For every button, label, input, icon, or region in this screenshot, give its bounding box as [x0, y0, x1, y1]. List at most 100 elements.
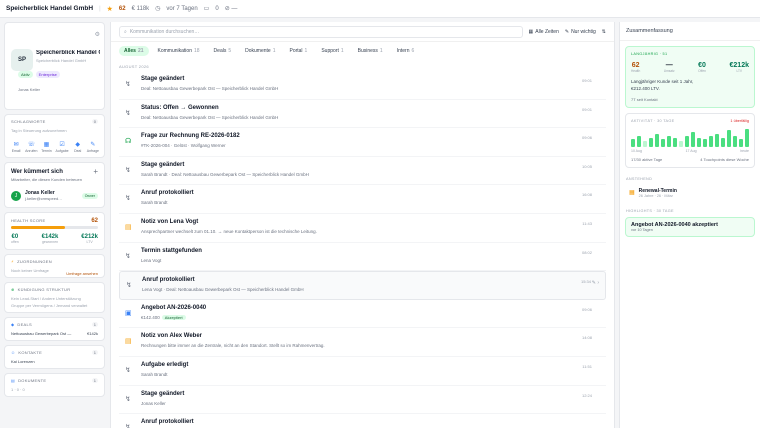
summary-card: Langjährig · 51 62 Health — Umsatz €0 Offen…: [625, 46, 755, 108]
summary-stats: 62 Health — Umsatz €0 Offen €212k LTV: [631, 62, 749, 73]
sort-button[interactable]: ⇅: [602, 29, 606, 35]
feed-item[interactable]: ▤ Notiz von Alex Weber Rechnungen bitte im…: [119, 328, 606, 357]
activity-bar: [703, 139, 707, 147]
feed-item[interactable]: ▣ Angebot AN-2026-0040 €142.400 Akzeptiert 0…: [119, 300, 606, 329]
status-badge: Aktiv: [18, 71, 33, 78]
gear-icon[interactable]: ⚙: [95, 31, 100, 38]
filter-tabs: Alles 21 Kommunikation 18 Deals 5 Dokumente 1 Po…: [111, 44, 614, 58]
feed-item[interactable]: ↯ Stage geändert Sarah Brandt · Deal: Nett…: [119, 157, 606, 186]
plus-icon[interactable]: +: [93, 167, 98, 176]
action-deal[interactable]: ◆ Deal: [72, 141, 84, 153]
feed-item-time: 09:06: [581, 306, 592, 312]
survey-link[interactable]: Umfrage ansehen: [66, 271, 98, 276]
people-icon: ☺: [11, 350, 16, 355]
kpi-row: €0 offen €142k gewonnen €212k LTV: [11, 234, 98, 244]
relations-line-1: Kein Lead-Start / Andere Unterstützung: [11, 296, 81, 301]
company-avatar: SP: [11, 49, 33, 71]
activity-icon: ↯: [125, 252, 131, 260]
feed-item[interactable]: ↯ Status: Offen → Gewonnen Deal: Nettoausb…: [119, 100, 606, 129]
feed-item-time: 10:05: [581, 163, 592, 169]
relations-card: ⊕ Kündigung Struktur Kein Lead-Start / An…: [4, 282, 105, 313]
kpi-won: €142k gewonnen: [41, 234, 59, 244]
feed-item[interactable]: ↯ Anruf protokolliert: [119, 414, 606, 428]
tags-placeholder[interactable]: Tag in Steuerung aufzunehmen: [11, 128, 98, 133]
action-task[interactable]: ☑ Aufgabe: [56, 141, 69, 153]
activity-bar: [733, 135, 737, 147]
activity-bar: [673, 137, 677, 147]
feed-item[interactable]: ↯ Stage geändert Deal: Nettoausbau Gewerbe…: [119, 71, 606, 100]
deals-count: 1: [91, 322, 98, 327]
left-sidebar: ⚙ SP Speicherblick Handel G… Speicherbli…: [4, 22, 105, 428]
tags-count: 0: [91, 119, 98, 124]
health-heading: Health Score: [11, 218, 46, 223]
important-filter-button[interactable]: ✎ Nur wichtig: [565, 29, 596, 35]
overdue-flag: 1 überfällig: [730, 118, 749, 123]
time-filter-button[interactable]: ▦ Alle Zeiten: [529, 29, 559, 35]
tab-support[interactable]: Support 1: [316, 46, 348, 56]
feed-item-title: Anruf protokolliert: [141, 419, 194, 426]
avatar: J: [11, 190, 21, 201]
assignments-card: ⚡ Zuordnungen Noch keiner Umfrage Umfrage…: [4, 254, 105, 278]
feed-item-title: Termin stattgefunden: [141, 247, 202, 254]
activity-icon: ↯: [126, 282, 132, 290]
feed-item[interactable]: ↯ Stage geändert Jonas Keller 12:24: [119, 386, 606, 415]
tab-deals[interactable]: Deals 5: [209, 46, 237, 56]
stat-ltv: €212k LTV: [729, 62, 749, 73]
highlight-item[interactable]: Angebot AN-2026-0040 akzeptiert vor 10 Ta…: [625, 216, 755, 237]
tab-dokumente[interactable]: Dokumente 1: [240, 46, 280, 56]
summary-text-3: 7T seit Kontakt: [631, 96, 658, 102]
contact-row[interactable]: Kai Lorenzen: [11, 359, 98, 364]
calendar-icon: ▦: [528, 28, 534, 35]
health-score-value: 62: [118, 5, 126, 12]
action-call[interactable]: ☏ Anrufen: [25, 141, 37, 153]
activity-footer: 17/30 aktive Tage 4 Touchpoints diese Woc…: [631, 156, 749, 162]
request-icon: ✎: [90, 142, 96, 148]
feed-item-time: 14:08: [581, 335, 592, 341]
feed-item[interactable]: ↯ Aufgabe erledigt Sarah Brandt 11:51: [119, 357, 606, 386]
action-request[interactable]: ✎ Anfrage: [87, 141, 99, 153]
activity-bar: [721, 137, 725, 147]
action-meeting[interactable]: ▦ Termin: [40, 141, 52, 153]
deal-row[interactable]: Nettoausbau Gewerbepark Ost — €142k: [11, 331, 98, 336]
more-indicator[interactable]: ⊘ —: [225, 5, 238, 12]
tab-kommunikation[interactable]: Kommunikation 18: [153, 46, 205, 56]
feed-item-subtitle: Rechnungen bitte immer an die Zentrale, …: [141, 343, 325, 349]
feed-item-time: 09:06: [581, 135, 592, 141]
feed-item[interactable]: ▤ Notiz von Lena Vogt Ansprechpartner wech…: [119, 214, 606, 243]
tab-portal[interactable]: Portal 1: [284, 46, 312, 56]
relations-line-2: Gruppe per Vermögens / Jemand verwaltet: [11, 303, 88, 308]
feed-item[interactable]: ↯ Anruf protokolliert Lena Vogt · Deal: Ne…: [119, 271, 606, 300]
feed-item-subtitle: Deal: Nettoausbau Gewerbepark Ost — Spei…: [141, 114, 279, 120]
activity-icon: ↯: [125, 195, 131, 203]
tab-alles[interactable]: Alles 21: [119, 46, 149, 56]
feed-item-title: Anruf protokolliert: [141, 190, 194, 197]
pin-icon: ✎: [564, 28, 570, 35]
pin-icon[interactable]: ✎ ›: [592, 280, 599, 286]
document-icon: ▤: [11, 378, 16, 383]
tags-card: Schlagworte 0 Tag in Steuerung aufzunehm…: [4, 114, 105, 158]
feed-item[interactable]: ↯ Anruf protokolliert Sarah Brandt 16:08: [119, 185, 606, 214]
search-input[interactable]: ⌕ Kommunikation durchsuchen…: [119, 25, 523, 38]
segment-badge: Enterprise: [35, 71, 60, 78]
feed-item[interactable]: ☊ Frage zur Rechnung RE-2026-0182 #TK-2026…: [119, 128, 606, 157]
activity-bar: [685, 135, 689, 147]
feed-item-subtitle: Ansprechpartner wechselt zum 01.10. → ne…: [141, 228, 317, 234]
tab-business[interactable]: Business 1: [353, 46, 388, 56]
activity-axis: 10 Aug 17 Aug heute: [631, 148, 749, 153]
headset-icon: ☊: [125, 138, 132, 146]
summary-text-2: €212.400 LTV.: [631, 85, 660, 91]
tab-intern[interactable]: Intern 6: [392, 46, 420, 56]
owner-badge: Owner: [81, 192, 98, 199]
health-value: 62: [91, 218, 98, 224]
documents-row[interactable]: 1 · 0 · 0: [11, 387, 98, 392]
activity-bar: [661, 139, 665, 147]
feed-item-time: 15:34: [580, 279, 591, 285]
feed-item-subtitle: Jonas Keller: [141, 400, 166, 406]
tags-heading: Schlagworte: [11, 119, 46, 124]
team-member[interactable]: J Jonas Keller j.keller@crmspeed… Owner: [11, 190, 98, 201]
action-email[interactable]: ✉ Email: [10, 141, 22, 153]
feed-item[interactable]: ↯ Termin stattgefunden Lena Vogt 08:02: [119, 243, 606, 272]
upcoming-item[interactable]: ▦ Renewal-Termin 26 Jahre · 26 · März: [625, 185, 755, 201]
feed-list: ↯ Stage geändert Deal: Nettoausbau Gewerbe…: [111, 71, 614, 428]
document-icon: ▣: [125, 309, 132, 317]
